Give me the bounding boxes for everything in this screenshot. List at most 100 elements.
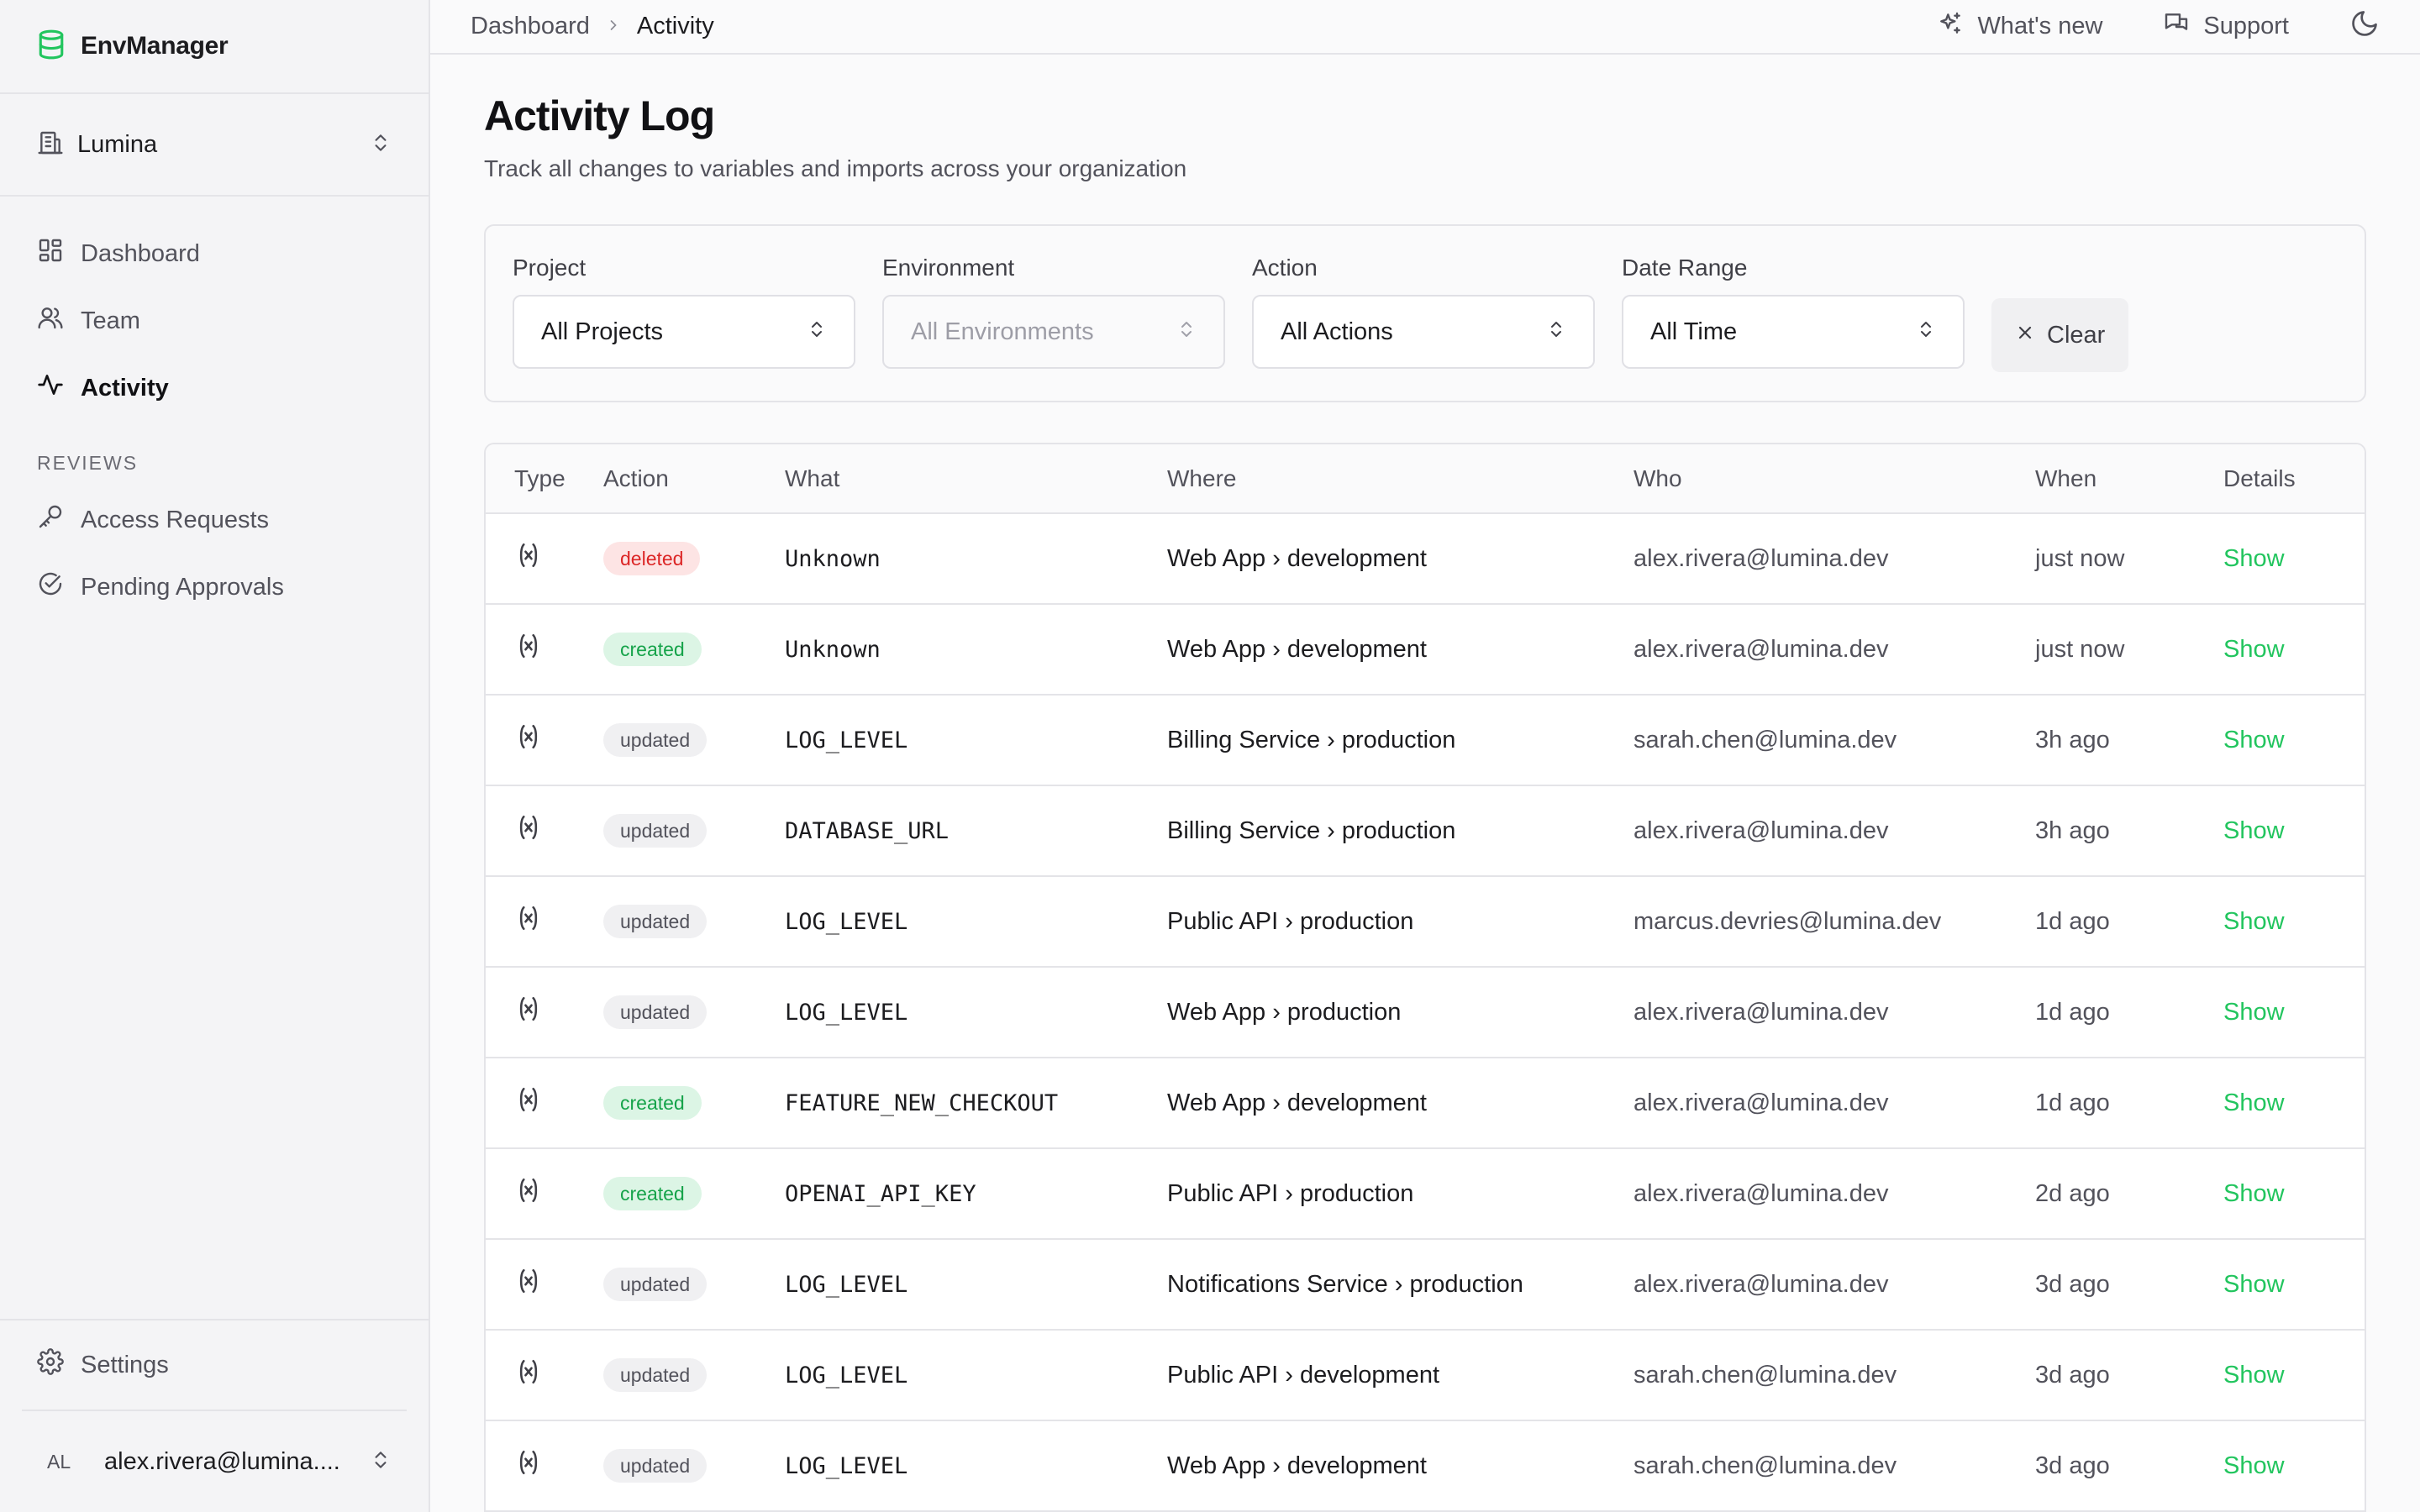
environment-filter: Environment All Environments <box>882 255 1225 369</box>
project-select[interactable]: All Projects <box>513 295 855 369</box>
actor-email: sarah.chen@lumina.dev <box>1634 1452 1897 1479</box>
action-select-value: All Actions <box>1281 318 1393 345</box>
variable-name: LOG_LEVEL <box>785 1362 908 1389</box>
chevrons-up-down-icon <box>807 318 827 346</box>
table-row: updated DATABASE_URL Billing Service › pro… <box>486 785 2365 876</box>
sidebar-item-dashboard[interactable]: Dashboard <box>0 220 429 287</box>
action-filter: Action All Actions <box>1252 255 1595 369</box>
action-select[interactable]: All Actions <box>1252 295 1595 369</box>
org-name: Lumina <box>77 130 158 158</box>
sidebar-footer: Settings AL alex.rivera@lumina.... <box>0 1319 429 1512</box>
breadcrumb: Dashboard Activity <box>471 13 1937 40</box>
environment-select[interactable]: All Environments <box>882 295 1225 369</box>
location: Web App › development <box>1167 1089 1427 1116</box>
variable-icon <box>514 813 543 842</box>
action-badge: updated <box>603 723 708 757</box>
action-badge: updated <box>603 905 708 938</box>
show-details-link[interactable]: Show <box>2223 817 2285 844</box>
chat-icon <box>2163 10 2190 44</box>
date-range-filter: Date Range All Time <box>1622 255 1965 369</box>
show-details-link[interactable]: Show <box>2223 1271 2285 1298</box>
whats-new-button[interactable]: What's new <box>1937 10 2102 44</box>
action-badge: updated <box>603 995 708 1029</box>
show-details-link[interactable]: Show <box>2223 999 2285 1026</box>
breadcrumb-dashboard[interactable]: Dashboard <box>471 13 590 40</box>
main: Dashboard Activity What's new Support Ac… <box>430 0 2420 1512</box>
sidebar-item-activity[interactable]: Activity <box>0 354 429 422</box>
variable-name: FEATURE_NEW_CHECKOUT <box>785 1089 1059 1116</box>
filters-panel: Project All Projects Environment All Env… <box>484 224 2366 402</box>
sidebar-nav: Dashboard Team Activity REVIEWS Access R… <box>0 197 429 621</box>
actor-email: alex.rivera@lumina.dev <box>1634 635 1889 663</box>
location: Web App › development <box>1167 635 1427 663</box>
show-details-link[interactable]: Show <box>2223 1089 2285 1116</box>
top-actions: What's new Support <box>1937 8 2380 45</box>
actor-email: alex.rivera@lumina.dev <box>1634 544 1889 572</box>
column-header-who: Who <box>1634 444 2035 514</box>
sidebar-item-settings[interactable]: Settings <box>0 1320 408 1410</box>
brand[interactable]: EnvManager <box>0 0 429 94</box>
variable-name: Unknown <box>785 545 881 572</box>
actor-email: sarah.chen@lumina.dev <box>1634 1361 1897 1389</box>
user-menu[interactable]: AL alex.rivera@lumina.... <box>22 1410 407 1512</box>
show-details-link[interactable]: Show <box>2223 1362 2285 1389</box>
column-header-when: When <box>2035 444 2223 514</box>
table-row: updated LOG_LEVEL Public API › development… <box>486 1330 2365 1420</box>
actor-email: alex.rivera@lumina.dev <box>1634 1089 1889 1116</box>
org-switcher[interactable]: Lumina <box>0 94 429 197</box>
chevrons-up-down-icon <box>1546 318 1566 346</box>
clear-filters-button[interactable]: Clear <box>1991 298 2129 372</box>
date-range-filter-label: Date Range <box>1622 255 1748 281</box>
clear-filters-label: Clear <box>2047 321 2106 349</box>
date-range-select[interactable]: All Time <box>1622 295 1965 369</box>
table-row: updated LOG_LEVEL Public API › production m… <box>486 876 2365 967</box>
variable-name: LOG_LEVEL <box>785 727 908 753</box>
action-badge: updated <box>603 1268 708 1301</box>
user-email: alex.rivera@lumina.... <box>104 1447 340 1475</box>
whats-new-label: What's new <box>1977 13 2103 39</box>
show-details-link[interactable]: Show <box>2223 636 2285 663</box>
timestamp: 1d ago <box>2035 998 2110 1026</box>
variable-icon <box>514 995 543 1023</box>
date-range-select-value: All Time <box>1650 318 1738 345</box>
table-row: updated LOG_LEVEL Web App › production alex… <box>486 967 2365 1058</box>
close-icon <box>2015 322 2035 349</box>
breadcrumb-activity: Activity <box>636 13 714 39</box>
show-details-link[interactable]: Show <box>2223 1452 2285 1479</box>
sidebar-item-pending-approvals[interactable]: Pending Approvals <box>0 554 429 621</box>
show-details-link[interactable]: Show <box>2223 1180 2285 1207</box>
table-row: created FEATURE_NEW_CHECKOUT Web App › dev… <box>486 1058 2365 1148</box>
column-header-details: Details <box>2223 444 2365 514</box>
reviews-section-heading: REVIEWS <box>37 452 139 474</box>
variable-icon <box>514 904 543 932</box>
variable-icon <box>514 541 543 570</box>
timestamp: just now <box>2035 635 2125 663</box>
timestamp: 2d ago <box>2035 1179 2110 1207</box>
sidebar-item-access-requests[interactable]: Access Requests <box>0 486 429 554</box>
timestamp: 3d ago <box>2035 1361 2110 1389</box>
show-details-link[interactable]: Show <box>2223 908 2285 935</box>
action-badge: created <box>603 1177 702 1210</box>
chevrons-up-down-icon <box>370 1449 392 1475</box>
actor-email: alex.rivera@lumina.dev <box>1634 1179 1889 1207</box>
support-button[interactable]: Support <box>2163 10 2289 44</box>
action-badge: created <box>603 1086 702 1120</box>
action-badge: deleted <box>603 542 701 575</box>
action-badge: created <box>603 633 702 666</box>
sidebar-item-team[interactable]: Team <box>0 287 429 354</box>
sidebar-item-label: Team <box>81 307 140 334</box>
theme-toggle-button[interactable] <box>2349 8 2380 45</box>
table-row: updated LOG_LEVEL Billing Service › produc… <box>486 695 2365 785</box>
sidebar-item-label: Settings <box>81 1351 169 1378</box>
variable-name: DATABASE_URL <box>785 817 950 844</box>
action-badge: updated <box>603 1449 708 1483</box>
content: Activity Log Track all changes to variab… <box>430 55 2420 1512</box>
chevrons-up-down-icon <box>1176 318 1197 346</box>
show-details-link[interactable]: Show <box>2223 545 2285 572</box>
location: Web App › development <box>1167 1452 1427 1479</box>
table-row: created Unknown Web App › development alex.… <box>486 604 2365 695</box>
topbar: Dashboard Activity What's new Support <box>430 0 2420 55</box>
column-header-action: Action <box>603 444 785 514</box>
variable-name: LOG_LEVEL <box>785 999 908 1026</box>
show-details-link[interactable]: Show <box>2223 727 2285 753</box>
